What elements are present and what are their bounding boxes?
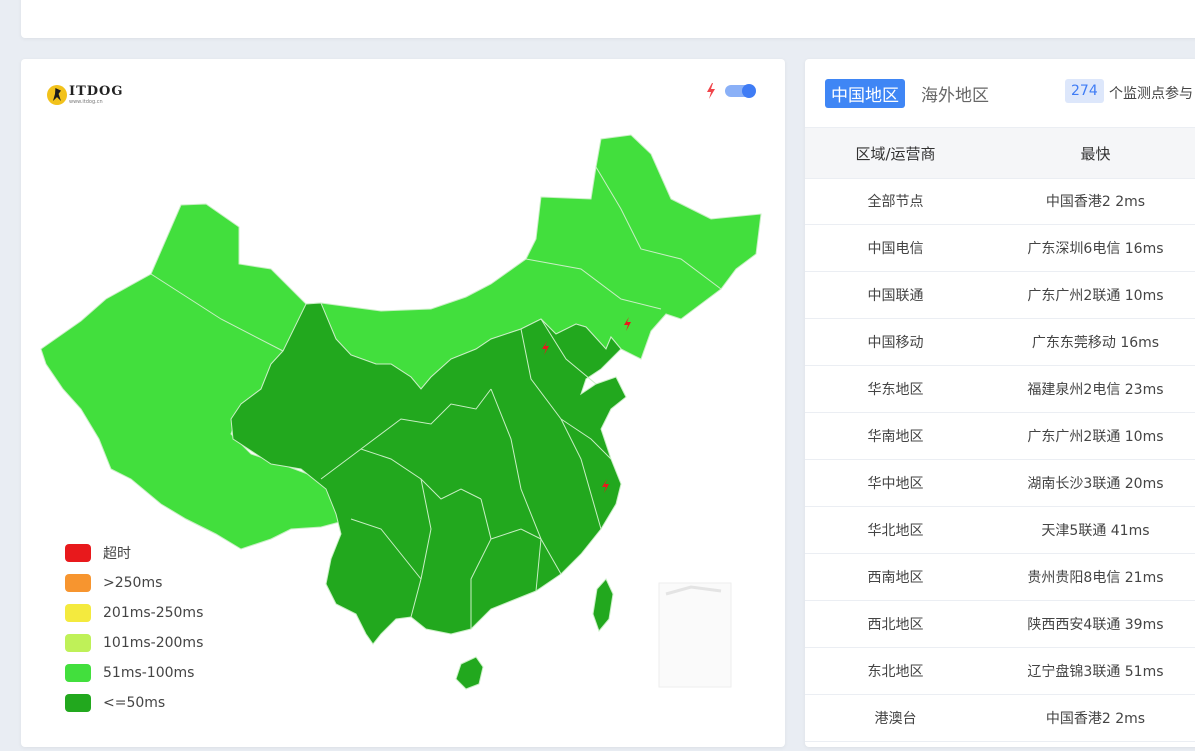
cell-fastest: 中国香港2 2ms	[1045, 194, 1146, 210]
legend-item[interactable]: 51ms-100ms	[65, 658, 203, 688]
cell-region: 西南地区	[867, 570, 924, 586]
table-body: 全部节点 中国香港2 2ms 中国电信 广东深圳6电信 16ms 中国联通 广东广州2联通…	[805, 178, 1195, 742]
table-row[interactable]: 中国电信 广东深圳6电信 16ms	[805, 225, 1195, 272]
legend-item[interactable]: 超时	[65, 538, 203, 568]
table-row[interactable]: 华南地区 广东广州2联通 10ms	[805, 413, 1195, 460]
cell-fastest: 天津5联通 41ms	[1041, 523, 1150, 539]
header-region[interactable]: 区域/运营商	[805, 143, 986, 164]
legend-label: <=50ms	[103, 695, 166, 711]
header-fastest[interactable]: 最快	[986, 143, 1195, 164]
cell-region: 华南地区	[867, 429, 924, 445]
cell-fastest: 广东深圳6电信 16ms	[1027, 241, 1164, 257]
cell-region: 中国移动	[867, 335, 924, 351]
cell-region: 华北地区	[867, 523, 924, 539]
cell-fastest: 贵州贵阳8电信 21ms	[1027, 570, 1164, 586]
map-panel: ITDOG www.itdog.cn 超时 >250ms 201ms-250ms…	[21, 59, 785, 747]
table-row[interactable]: 西北地区 陕西西安4联通 39ms	[805, 601, 1195, 648]
node-count-label: 个监测点参与	[1109, 86, 1193, 102]
results-panel: 中国地区 海外地区 274 个监测点参与 区域/运营商 最快 全部节点中国香港2…	[805, 59, 1195, 747]
cell-region: 西北地区	[867, 617, 924, 633]
legend-swatch	[65, 604, 91, 622]
map-region-taiwan	[592, 578, 614, 632]
cell-region: 中国联通	[867, 288, 924, 304]
table-row[interactable]: 华北地区 天津5联通 41ms	[805, 507, 1195, 554]
legend-swatch	[65, 574, 91, 592]
cell-region: 港澳台	[874, 711, 917, 727]
legend-item[interactable]: >250ms	[65, 568, 203, 598]
legend-label: 101ms-200ms	[103, 635, 204, 651]
legend-swatch	[65, 544, 91, 562]
cell-region: 全部节点	[867, 194, 924, 210]
cell-region: 华中地区	[867, 476, 924, 492]
table-row[interactable]: 中国联通 广东广州2联通 10ms	[805, 272, 1195, 319]
cell-fastest: 中国香港2 2ms	[1045, 711, 1146, 727]
node-count-badge: 274	[1065, 79, 1104, 103]
legend-item[interactable]: 201ms-250ms	[65, 598, 203, 628]
tab-overseas[interactable]: 海外地区	[915, 79, 995, 108]
cell-region: 东北地区	[867, 664, 924, 680]
cell-fastest: 辽宁盘锦3联通 51ms	[1027, 664, 1164, 680]
cell-fastest: 广东广州2联通 10ms	[1027, 429, 1164, 445]
cell-fastest: 广东东莞移动 16ms	[1031, 335, 1160, 351]
legend-label: 超时	[103, 546, 131, 562]
table-row[interactable]: 全部节点 中国香港2 2ms	[805, 178, 1195, 225]
table-row[interactable]: 港澳台 中国香港2 2ms	[805, 695, 1195, 742]
latency-legend: 超时 >250ms 201ms-250ms 101ms-200ms 51ms-100ms…	[65, 538, 203, 718]
cell-region: 中国电信	[867, 241, 924, 257]
cell-fastest: 广东广州2联通 10ms	[1027, 288, 1164, 304]
legend-label: 201ms-250ms	[103, 605, 204, 621]
legend-swatch	[65, 694, 91, 712]
legend-swatch	[65, 634, 91, 652]
cell-region: 华东地区	[867, 382, 924, 398]
table-row[interactable]: 华东地区 福建泉州2电信 23ms	[805, 366, 1195, 413]
table-row[interactable]: 东北地区 辽宁盘锦3联通 51ms	[805, 648, 1195, 695]
legend-item[interactable]: <=50ms	[65, 688, 203, 718]
map-region-hainan	[455, 656, 484, 690]
top-panel	[21, 0, 1195, 38]
south-sea-inset	[658, 582, 732, 688]
legend-swatch	[65, 664, 91, 682]
cell-fastest: 陕西西安4联通 39ms	[1027, 617, 1164, 633]
legend-label: 51ms-100ms	[103, 665, 195, 681]
cell-fastest: 福建泉州2电信 23ms	[1027, 382, 1164, 398]
tab-china[interactable]: 中国地区	[825, 79, 905, 108]
table-row[interactable]: 中国移动 广东东莞移动 16ms	[805, 319, 1195, 366]
table-row[interactable]: 华中地区 湖南长沙3联通 20ms	[805, 460, 1195, 507]
legend-label: >250ms	[103, 575, 163, 591]
table-row[interactable]: 西南地区 贵州贵阳8电信 21ms	[805, 554, 1195, 601]
legend-item[interactable]: 101ms-200ms	[65, 628, 203, 658]
table-header: 区域/运营商 最快	[805, 127, 1195, 179]
cell-fastest: 湖南长沙3联通 20ms	[1027, 476, 1164, 492]
